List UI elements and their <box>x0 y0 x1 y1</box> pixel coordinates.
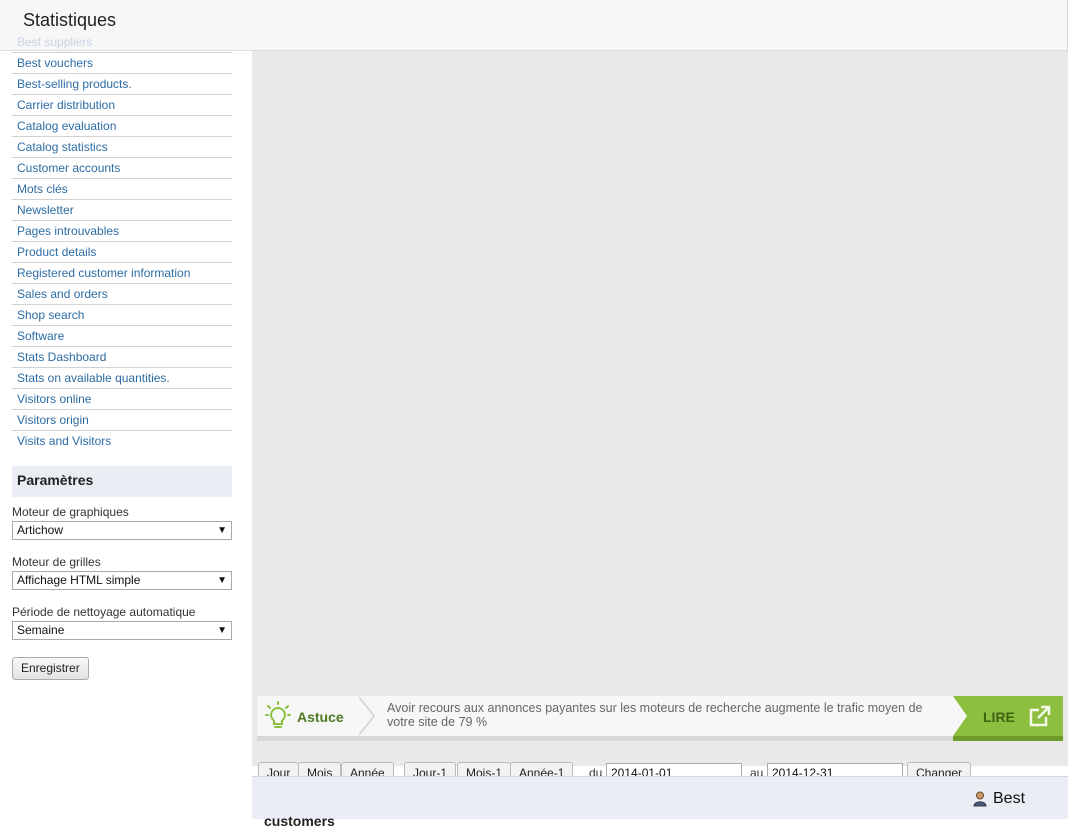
main-content-area <box>252 51 1068 766</box>
tip-banner: Astuce Avoir recours aux annonces payant… <box>257 696 1063 741</box>
list-item: Best-selling products. <box>12 73 232 94</box>
sidebar: Best suppliers Best vouchers Best-sellin… <box>0 0 252 819</box>
list-item: Registered customer information <box>12 262 232 283</box>
stats-result-panel: Best customers <box>252 776 1068 829</box>
list-item: Customer accounts <box>12 157 232 178</box>
sidebar-item-link[interactable]: Mots clés <box>12 179 232 199</box>
sidebar-item-link[interactable]: Catalog statistics <box>12 137 232 157</box>
list-item: Software <box>12 325 232 346</box>
grid-engine-value: Affichage HTML simple <box>17 573 141 587</box>
save-button[interactable]: Enregistrer <box>12 657 89 680</box>
cleanup-period-select[interactable]: Semaine ▼ <box>12 621 232 640</box>
sidebar-item-link[interactable]: Customer accounts <box>12 158 232 178</box>
dropdown-arrow-icon: ▼ <box>217 575 227 586</box>
result-title: Best <box>993 790 1026 807</box>
stats-module-list: Best vouchers Best-selling products. Car… <box>12 52 232 451</box>
external-link-icon <box>1029 705 1051 730</box>
grid-engine-select[interactable]: Affichage HTML simple ▼ <box>12 571 232 590</box>
lightbulb-icon <box>265 701 291 734</box>
sidebar-item-link[interactable]: Stats on available quantities. <box>12 368 232 388</box>
sidebar-item-link[interactable]: Product details <box>12 242 232 262</box>
grid-engine-label: Moteur de grilles <box>12 555 101 569</box>
sidebar-item-link[interactable]: Visits and Visitors <box>12 431 232 451</box>
tip-text: Avoir recours aux annonces payantes sur … <box>387 701 923 729</box>
list-item: Pages introuvables <box>12 220 232 241</box>
list-item: Stats on available quantities. <box>12 367 232 388</box>
cleanup-period-label: Période de nettoyage automatique <box>12 605 196 619</box>
graph-engine-select[interactable]: Artichow ▼ <box>12 521 232 540</box>
graph-engine-value: Artichow <box>17 523 64 537</box>
tip-label: Astuce <box>297 709 344 725</box>
sidebar-item-link[interactable]: Registered customer information <box>12 263 232 283</box>
sidebar-item-link[interactable]: Pages introuvables <box>12 221 232 241</box>
list-item: Visits and Visitors <box>12 430 232 451</box>
read-tip-button[interactable]: LIRE <box>953 696 1063 736</box>
sidebar-item-link[interactable]: Stats Dashboard <box>12 347 232 367</box>
list-item: Best vouchers <box>12 52 232 73</box>
tip-button-shadow <box>953 736 1063 741</box>
list-item: Visitors origin <box>12 409 232 430</box>
list-item: Mots clés <box>12 178 232 199</box>
list-item: Visitors online <box>12 388 232 409</box>
cleanup-period-value: Semaine <box>17 623 65 637</box>
sidebar-item-link[interactable]: Shop search <box>12 305 232 325</box>
settings-heading: Paramètres <box>12 466 232 497</box>
sidebar-item-link[interactable]: Carrier distribution <box>12 95 232 115</box>
sidebar-item-link[interactable]: Catalog evaluation <box>12 116 232 136</box>
dropdown-arrow-icon: ▼ <box>217 525 227 536</box>
dropdown-arrow-icon: ▼ <box>217 625 227 636</box>
list-item: Product details <box>12 241 232 262</box>
read-label: LIRE <box>983 709 1015 725</box>
user-icon <box>973 791 987 810</box>
chevron-right-icon <box>357 696 377 739</box>
list-item: Shop search <box>12 304 232 325</box>
graph-engine-label: Moteur de graphiques <box>12 505 129 519</box>
list-item: Stats Dashboard <box>12 346 232 367</box>
arrow-tab-icon <box>953 696 967 739</box>
list-item: Newsletter <box>12 199 232 220</box>
sidebar-item-link[interactable]: Software <box>12 326 232 346</box>
list-item: Carrier distribution <box>12 94 232 115</box>
sidebar-item-link[interactable]: Visitors online <box>12 389 232 409</box>
list-item: Sales and orders <box>12 283 232 304</box>
sidebar-item-link[interactable]: Visitors origin <box>12 410 232 430</box>
sidebar-item-link[interactable]: Sales and orders <box>12 284 232 304</box>
sidebar-item-best-suppliers[interactable]: Best suppliers <box>17 35 92 49</box>
sidebar-item-link[interactable]: Best-selling products. <box>12 74 232 94</box>
list-item: Catalog statistics <box>12 136 232 157</box>
list-item: Catalog evaluation <box>12 115 232 136</box>
sidebar-item-link[interactable]: Best vouchers <box>12 53 232 73</box>
result-title-continued: customers <box>264 813 335 829</box>
sidebar-item-link[interactable]: Newsletter <box>12 200 232 220</box>
